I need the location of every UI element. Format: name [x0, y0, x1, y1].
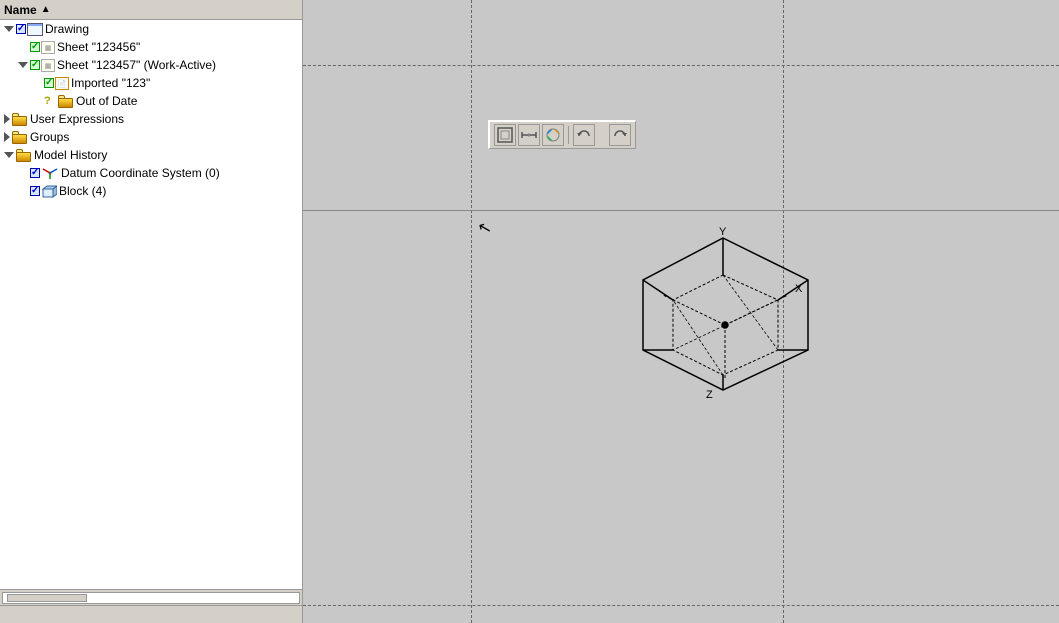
- axis-x-label: X: [795, 283, 803, 295]
- imported-123-label: Imported "123": [71, 76, 150, 90]
- drawing-label: Drawing: [45, 22, 89, 36]
- user-expressions-label: User Expressions: [30, 112, 124, 126]
- datum-coord-label: Datum Coordinate System (0): [61, 166, 220, 180]
- imported-icon: 📄: [55, 77, 69, 90]
- sheet-123457-icon: ▦: [41, 59, 55, 72]
- block-4-label: Block (4): [59, 184, 106, 198]
- tree-panel: Name ▲ Drawing ▦ Sheet "123456": [0, 0, 303, 623]
- check-imported-123: [44, 78, 54, 88]
- tree-item-datum-coord[interactable]: Datum Coordinate System (0): [0, 164, 302, 182]
- groups-folder-icon: [12, 131, 28, 144]
- undo-icon: [575, 126, 593, 144]
- tree-item-sheet-123456[interactable]: ▦ Sheet "123456": [0, 38, 302, 56]
- redo-icon: [611, 126, 629, 144]
- sheet-123456-label: Sheet "123456": [57, 40, 140, 54]
- 3d-cube-container: X Y Z: [623, 220, 883, 463]
- tree-item-sheet-123457[interactable]: ▦ Sheet "123457" (Work-Active): [0, 56, 302, 74]
- cursor: ↖: [476, 217, 494, 240]
- h-scrollbar-track[interactable]: [2, 592, 300, 604]
- toolbar-color-btn[interactable]: [542, 124, 564, 146]
- expand-drawing-icon[interactable]: [4, 26, 14, 32]
- color-icon: [544, 126, 562, 144]
- expand-groups-icon[interactable]: [4, 132, 10, 142]
- tree-item-user-expressions[interactable]: User Expressions: [0, 110, 302, 128]
- h-scrollbar-thumb[interactable]: [7, 594, 87, 602]
- sheet-boundary-left: [471, 0, 472, 623]
- user-expressions-folder-icon: [12, 113, 28, 126]
- toolbar-undo-btn[interactable]: [573, 124, 595, 146]
- canvas-panel: ↖: [303, 0, 1059, 623]
- drawing-file-icon: [27, 23, 43, 36]
- out-of-date-folder-icon: [58, 95, 74, 108]
- tree-sort-arrow: ▲: [41, 4, 51, 15]
- tree-bottom-bar: [0, 605, 302, 623]
- tree-header: Name ▲: [0, 0, 302, 20]
- toolbar-redo-btn[interactable]: [609, 124, 631, 146]
- toolbar-select-btn[interactable]: [494, 124, 516, 146]
- tree-item-model-history[interactable]: Model History: [0, 146, 302, 164]
- solid-h-divider: [303, 210, 1059, 211]
- sheet-boundary-bottom: [303, 605, 1059, 606]
- tree-item-imported-123[interactable]: 📄 Imported "123": [0, 74, 302, 92]
- sheet-123457-label: Sheet "123457" (Work-Active): [57, 58, 216, 72]
- model-history-label: Model History: [34, 148, 107, 162]
- expand-sheet-123457-icon[interactable]: [18, 62, 28, 68]
- 3d-cube-svg: X Y Z: [623, 220, 883, 460]
- check-drawing: [16, 24, 26, 34]
- sheet-boundary-top: [303, 65, 1059, 66]
- axis-y-label: Y: [719, 226, 727, 238]
- datum-coord-icon: [41, 166, 59, 180]
- check-datum-blue: [30, 168, 40, 178]
- axis-z-label: Z: [706, 389, 713, 401]
- model-history-folder-icon: [16, 149, 32, 162]
- tree-name-column: Name: [4, 3, 37, 17]
- question-icon: ?: [44, 95, 56, 107]
- expand-user-expressions-icon[interactable]: [4, 114, 10, 124]
- measure-icon: [520, 126, 538, 144]
- groups-label: Groups: [30, 130, 69, 144]
- tree-item-drawing[interactable]: Drawing: [0, 20, 302, 38]
- tree-item-block-4[interactable]: Block (4): [0, 182, 302, 200]
- check-sheet-123456: [30, 42, 40, 52]
- expand-model-history-icon[interactable]: [4, 152, 14, 158]
- out-of-date-label: Out of Date: [76, 94, 137, 108]
- toolbar-measure-btn[interactable]: [518, 124, 540, 146]
- select-icon: [496, 126, 514, 144]
- tree-item-out-of-date[interactable]: ? Out of Date: [0, 92, 302, 110]
- tree-h-scrollbar[interactable]: [0, 589, 302, 605]
- tree-item-groups[interactable]: Groups: [0, 128, 302, 146]
- main-container: Name ▲ Drawing ▦ Sheet "123456": [0, 0, 1059, 623]
- toolbar-sep-1: [568, 126, 569, 144]
- sheet-123456-icon: ▦: [41, 41, 55, 54]
- check-sheet-123457: [30, 60, 40, 70]
- block-icon: [41, 184, 57, 198]
- tree-content[interactable]: Drawing ▦ Sheet "123456" ▦ Sheet "123457…: [0, 20, 302, 589]
- canvas-toolbar: [488, 120, 636, 149]
- check-block-blue: [30, 186, 40, 196]
